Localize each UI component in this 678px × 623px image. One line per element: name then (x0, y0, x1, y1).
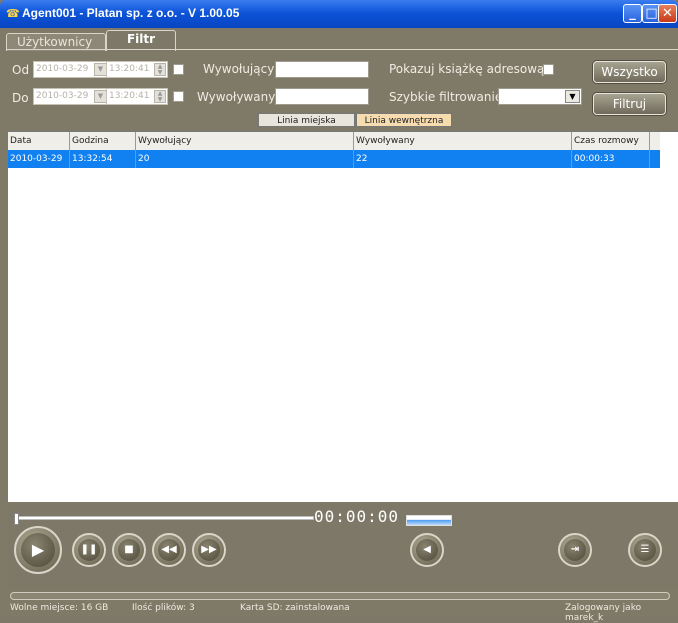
line-city-toggle[interactable]: Linia miejska (258, 113, 355, 127)
spinner-icon[interactable]: ▲ ▼ (154, 90, 166, 103)
column-header-duration[interactable]: Czas rozmowy (572, 132, 650, 150)
export-icon: ⇥ (570, 544, 580, 555)
file-count-status: Ilość plików: 3 (132, 603, 195, 613)
from-time-value: 13:20:41 (109, 64, 150, 74)
rewind-button[interactable]: ◀◀ (152, 533, 186, 567)
app-window: ☎ Agent001 - Platan sp. z o.o. - V 1.00.… (0, 0, 678, 623)
from-label: Od (12, 63, 30, 77)
column-header-time[interactable]: Godzina (70, 132, 136, 150)
callee-label: Wywoływany (197, 90, 276, 104)
cell-callee: 22 (354, 150, 572, 168)
table-row[interactable]: 2010-03-29 13:32:54 20 22 00:00:33 (8, 150, 660, 168)
status-bar: Wolne miejsce: 16 GB Ilość plików: 3 Kar… (0, 601, 678, 623)
minimize-icon: _ (629, 6, 636, 21)
to-date-value: 2010-03-29 (36, 91, 89, 101)
cell-duration: 00:00:33 (572, 150, 650, 168)
caller-input[interactable] (275, 61, 369, 78)
pause-icon: ❚❚ (80, 544, 98, 555)
volume-slider[interactable] (406, 515, 452, 526)
speaker-icon: ◀ (423, 544, 431, 555)
free-space-status: Wolne miejsce: 16 GB (10, 603, 109, 613)
caller-label: Wywołujący (203, 62, 275, 76)
close-icon: ✕ (662, 6, 673, 21)
pause-button[interactable]: ❚❚ (72, 533, 106, 567)
app-icon: ☎ (6, 7, 20, 20)
mute-button[interactable]: ◀ (410, 533, 444, 567)
stop-button[interactable]: ■ (112, 533, 146, 567)
to-time-picker[interactable]: 13:20:41 ▲ ▼ (106, 88, 168, 105)
from-enable-checkbox[interactable] (173, 64, 184, 75)
show-addressbook-label: Pokazuj książkę adresową (389, 62, 545, 76)
play-button[interactable]: ▶ (14, 526, 62, 574)
cell-caller: 20 (136, 150, 354, 168)
callee-input[interactable] (275, 88, 369, 105)
show-addressbook-checkbox[interactable] (543, 64, 554, 75)
rewind-icon: ◀◀ (161, 544, 177, 555)
settings-button[interactable]: ☰ (628, 533, 662, 567)
player-panel: 00:00:00 ▶ ❚❚ ■ ◀◀ ▶▶ ◀ ⇥ ☰ (8, 504, 678, 588)
to-date-picker[interactable]: 2010-03-29 ▼ (33, 88, 109, 105)
minimize-button[interactable]: _ (623, 4, 642, 23)
all-button[interactable]: Wszystko (593, 61, 666, 83)
to-time-value: 13:20:41 (109, 91, 150, 101)
chevron-down-icon[interactable]: ▼ (565, 90, 580, 103)
line-internal-toggle[interactable]: Linia wewnętrzna (356, 113, 452, 127)
from-date-picker[interactable]: 2010-03-29 ▼ (33, 61, 109, 78)
quick-filter-label: Szybkie filtrowanie (389, 90, 503, 104)
cell-date: 2010-03-29 (8, 150, 70, 168)
quick-filter-select[interactable]: ▼ (498, 88, 582, 105)
time-display: 00:00:00 (314, 507, 400, 526)
to-enable-checkbox[interactable] (173, 91, 184, 102)
tab-filter[interactable]: Filtr (106, 30, 176, 51)
cell-time: 13:32:54 (70, 150, 136, 168)
play-icon: ▶ (31, 540, 45, 559)
stop-icon: ■ (124, 544, 134, 555)
window-title: Agent001 - Platan sp. z o.o. - V 1.00.05 (22, 6, 240, 20)
title-bar[interactable]: ☎ Agent001 - Platan sp. z o.o. - V 1.00.… (0, 0, 678, 28)
filter-button[interactable]: Filtruj (593, 93, 666, 115)
close-button[interactable]: ✕ (658, 4, 677, 23)
tab-divider (6, 49, 678, 50)
spinner-icon[interactable]: ▲ ▼ (154, 63, 166, 76)
column-header-callee[interactable]: Wywoływany (354, 132, 572, 150)
column-header-date[interactable]: Data (8, 132, 70, 150)
logged-in-status: Zalogowany jako marek_k (565, 603, 642, 623)
seek-thumb[interactable] (14, 513, 19, 525)
table-header: Data Godzina Wywołujący Wywoływany Czas … (8, 132, 660, 151)
column-header-caller[interactable]: Wywołujący (136, 132, 354, 150)
seek-slider[interactable] (14, 513, 314, 525)
to-label: Do (12, 91, 29, 105)
list-icon: ☰ (640, 544, 650, 555)
forward-button[interactable]: ▶▶ (192, 533, 226, 567)
from-time-picker[interactable]: 13:20:41 ▲ ▼ (106, 61, 168, 78)
calls-table: Data Godzina Wywołujący Wywoływany Czas … (8, 131, 678, 502)
sd-card-status: Karta SD: zainstalowana (240, 603, 350, 613)
export-button[interactable]: ⇥ (558, 533, 592, 567)
from-date-value: 2010-03-29 (36, 64, 89, 74)
forward-icon: ▶▶ (201, 544, 217, 555)
storage-progress-bar (10, 592, 670, 600)
